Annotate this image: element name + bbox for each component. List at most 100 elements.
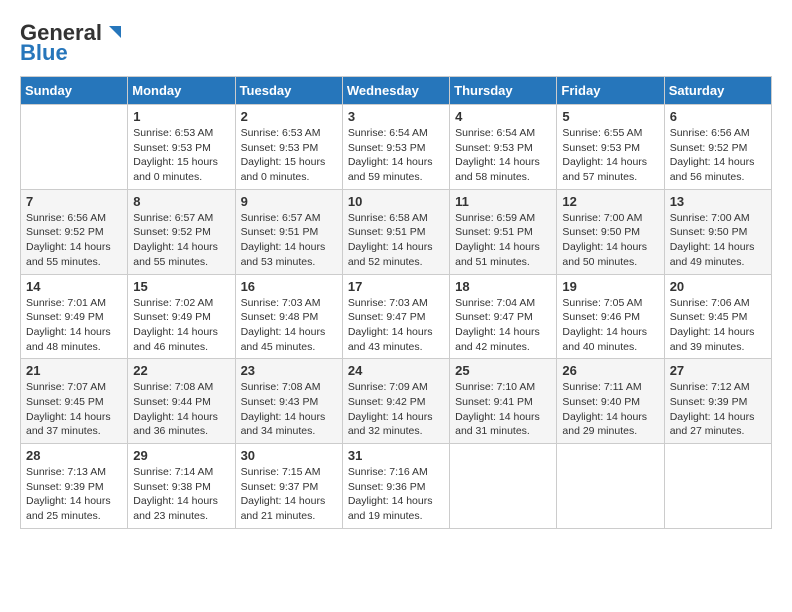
calendar-cell: 1Sunrise: 6:53 AM Sunset: 9:53 PM Daylig… <box>128 105 235 190</box>
calendar-cell: 18 Sunrise: 7:04 AM Sunset: 9:47 PM Dayli… <box>450 274 557 359</box>
day-number: 18 <box>455 279 551 294</box>
calendar-cell: 17Sunrise: 7:03 AM Sunset: 9:47 PM Dayli… <box>342 274 449 359</box>
calendar-cell: 4 Sunrise: 6:54 AM Sunset: 9:53 PM Daylig… <box>450 105 557 190</box>
day-number: 27 <box>670 363 766 378</box>
day-of-week-header: Thursday <box>450 77 557 105</box>
calendar-cell: 8 Sunrise: 6:57 AM Sunset: 9:52 PM Daylig… <box>128 189 235 274</box>
calendar-cell: 3 Sunrise: 6:54 AM Sunset: 9:53 PM Daylig… <box>342 105 449 190</box>
day-number: 2 <box>241 109 337 124</box>
calendar-cell: 11 Sunrise: 6:59 AM Sunset: 9:51 PM Dayli… <box>450 189 557 274</box>
day-number: 10 <box>348 194 444 209</box>
day-info: Sunrise: 7:08 AM Sunset: 9:44 PM Dayligh… <box>133 380 229 439</box>
day-of-week-header: Friday <box>557 77 664 105</box>
day-info: Sunrise: 7:10 AM Sunset: 9:41 PM Dayligh… <box>455 380 551 439</box>
calendar-cell: 29Sunrise: 7:14 AM Sunset: 9:38 PM Dayli… <box>128 444 235 529</box>
day-info: Sunrise: 7:00 AM Sunset: 9:50 PM Dayligh… <box>670 211 766 270</box>
calendar-cell: 28 Sunrise: 7:13 AM Sunset: 9:39 PM Dayli… <box>21 444 128 529</box>
day-of-week-header: Monday <box>128 77 235 105</box>
day-info: Sunrise: 6:55 AM Sunset: 9:53 PM Dayligh… <box>562 126 658 185</box>
calendar-cell: 26 Sunrise: 7:11 AM Sunset: 9:40 PM Dayli… <box>557 359 664 444</box>
day-info: Sunrise: 6:57 AM Sunset: 9:52 PM Dayligh… <box>133 211 229 270</box>
day-info: Sunrise: 7:11 AM Sunset: 9:40 PM Dayligh… <box>562 380 658 439</box>
day-info: Sunrise: 7:06 AM Sunset: 9:45 PM Dayligh… <box>670 296 766 355</box>
day-info: Sunrise: 7:01 AM Sunset: 9:49 PM Dayligh… <box>26 296 122 355</box>
calendar-cell: 24 Sunrise: 7:09 AM Sunset: 9:42 PM Dayli… <box>342 359 449 444</box>
day-info: Sunrise: 6:56 AM Sunset: 9:52 PM Dayligh… <box>26 211 122 270</box>
day-info: Sunrise: 7:02 AM Sunset: 9:49 PM Dayligh… <box>133 296 229 355</box>
day-info: Sunrise: 6:54 AM Sunset: 9:53 PM Dayligh… <box>455 126 551 185</box>
logo-blue-text: Blue <box>20 40 68 66</box>
day-number: 21 <box>26 363 122 378</box>
calendar-cell <box>450 444 557 529</box>
day-number: 1 <box>133 109 229 124</box>
day-number: 15 <box>133 279 229 294</box>
calendar-week-row: 14 Sunrise: 7:01 AM Sunset: 9:49 PM Dayli… <box>21 274 772 359</box>
day-number: 3 <box>348 109 444 124</box>
day-info: Sunrise: 7:14 AM Sunset: 9:38 PM Dayligh… <box>133 465 229 524</box>
calendar-cell: 2 Sunrise: 6:53 AM Sunset: 9:53 PM Daylig… <box>235 105 342 190</box>
day-number: 5 <box>562 109 658 124</box>
day-info: Sunrise: 7:05 AM Sunset: 9:46 PM Dayligh… <box>562 296 658 355</box>
day-number: 12 <box>562 194 658 209</box>
day-of-week-header: Wednesday <box>342 77 449 105</box>
day-number: 31 <box>348 448 444 463</box>
calendar-week-row: 21Sunrise: 7:07 AM Sunset: 9:45 PM Dayli… <box>21 359 772 444</box>
day-number: 30 <box>241 448 337 463</box>
calendar-table: SundayMondayTuesdayWednesdayThursdayFrid… <box>20 76 772 529</box>
day-info: Sunrise: 6:54 AM Sunset: 9:53 PM Dayligh… <box>348 126 444 185</box>
day-number: 13 <box>670 194 766 209</box>
calendar-cell: 30 Sunrise: 7:15 AM Sunset: 9:37 PM Dayli… <box>235 444 342 529</box>
day-number: 26 <box>562 363 658 378</box>
day-number: 17 <box>348 279 444 294</box>
day-number: 7 <box>26 194 122 209</box>
calendar-cell: 14 Sunrise: 7:01 AM Sunset: 9:49 PM Dayli… <box>21 274 128 359</box>
calendar-week-row: 7 Sunrise: 6:56 AM Sunset: 9:52 PM Daylig… <box>21 189 772 274</box>
day-number: 14 <box>26 279 122 294</box>
day-info: Sunrise: 6:58 AM Sunset: 9:51 PM Dayligh… <box>348 211 444 270</box>
calendar-cell <box>664 444 771 529</box>
day-info: Sunrise: 7:13 AM Sunset: 9:39 PM Dayligh… <box>26 465 122 524</box>
day-info: Sunrise: 7:12 AM Sunset: 9:39 PM Dayligh… <box>670 380 766 439</box>
day-number: 11 <box>455 194 551 209</box>
day-number: 6 <box>670 109 766 124</box>
day-number: 24 <box>348 363 444 378</box>
calendar-cell: 31 Sunrise: 7:16 AM Sunset: 9:36 PM Dayli… <box>342 444 449 529</box>
day-number: 20 <box>670 279 766 294</box>
day-number: 23 <box>241 363 337 378</box>
calendar-cell: 21Sunrise: 7:07 AM Sunset: 9:45 PM Dayli… <box>21 359 128 444</box>
day-info: Sunrise: 7:09 AM Sunset: 9:42 PM Dayligh… <box>348 380 444 439</box>
day-info: Sunrise: 7:16 AM Sunset: 9:36 PM Dayligh… <box>348 465 444 524</box>
day-info: Sunrise: 6:59 AM Sunset: 9:51 PM Dayligh… <box>455 211 551 270</box>
day-info: Sunrise: 6:53 AM Sunset: 9:53 PM Dayligh… <box>241 126 337 185</box>
calendar-cell: 22 Sunrise: 7:08 AM Sunset: 9:44 PM Dayli… <box>128 359 235 444</box>
day-info: Sunrise: 7:03 AM Sunset: 9:48 PM Dayligh… <box>241 296 337 355</box>
calendar-cell: 20 Sunrise: 7:06 AM Sunset: 9:45 PM Dayli… <box>664 274 771 359</box>
calendar-week-row: 28 Sunrise: 7:13 AM Sunset: 9:39 PM Dayli… <box>21 444 772 529</box>
calendar-header-row: SundayMondayTuesdayWednesdayThursdayFrid… <box>21 77 772 105</box>
calendar-cell: 10 Sunrise: 6:58 AM Sunset: 9:51 PM Dayli… <box>342 189 449 274</box>
calendar-cell: 7 Sunrise: 6:56 AM Sunset: 9:52 PM Daylig… <box>21 189 128 274</box>
day-number: 4 <box>455 109 551 124</box>
calendar-cell <box>21 105 128 190</box>
calendar-cell: 12Sunrise: 7:00 AM Sunset: 9:50 PM Dayli… <box>557 189 664 274</box>
logo: General Blue <box>20 20 125 66</box>
day-number: 8 <box>133 194 229 209</box>
day-of-week-header: Sunday <box>21 77 128 105</box>
logo-triangle-icon <box>103 22 125 44</box>
day-number: 28 <box>26 448 122 463</box>
day-number: 16 <box>241 279 337 294</box>
day-info: Sunrise: 7:04 AM Sunset: 9:47 PM Dayligh… <box>455 296 551 355</box>
calendar-cell: 5 Sunrise: 6:55 AM Sunset: 9:53 PM Daylig… <box>557 105 664 190</box>
calendar-cell: 9 Sunrise: 6:57 AM Sunset: 9:51 PM Daylig… <box>235 189 342 274</box>
day-info: Sunrise: 6:57 AM Sunset: 9:51 PM Dayligh… <box>241 211 337 270</box>
page-header: General Blue <box>20 20 772 66</box>
day-number: 22 <box>133 363 229 378</box>
day-info: Sunrise: 6:56 AM Sunset: 9:52 PM Dayligh… <box>670 126 766 185</box>
calendar-week-row: 1 Sunrise: 6:53 AM Sunset: 9:53 PM Daylig… <box>21 105 772 190</box>
calendar-cell: 19Sunrise: 7:05 AM Sunset: 9:46 PM Dayli… <box>557 274 664 359</box>
day-info: Sunrise: 7:08 AM Sunset: 9:43 PM Dayligh… <box>241 380 337 439</box>
day-number: 9 <box>241 194 337 209</box>
calendar-cell: 13 Sunrise: 7:00 AM Sunset: 9:50 PM Dayli… <box>664 189 771 274</box>
calendar-cell: 23 Sunrise: 7:08 AM Sunset: 9:43 PM Dayli… <box>235 359 342 444</box>
day-info: Sunrise: 7:15 AM Sunset: 9:37 PM Dayligh… <box>241 465 337 524</box>
